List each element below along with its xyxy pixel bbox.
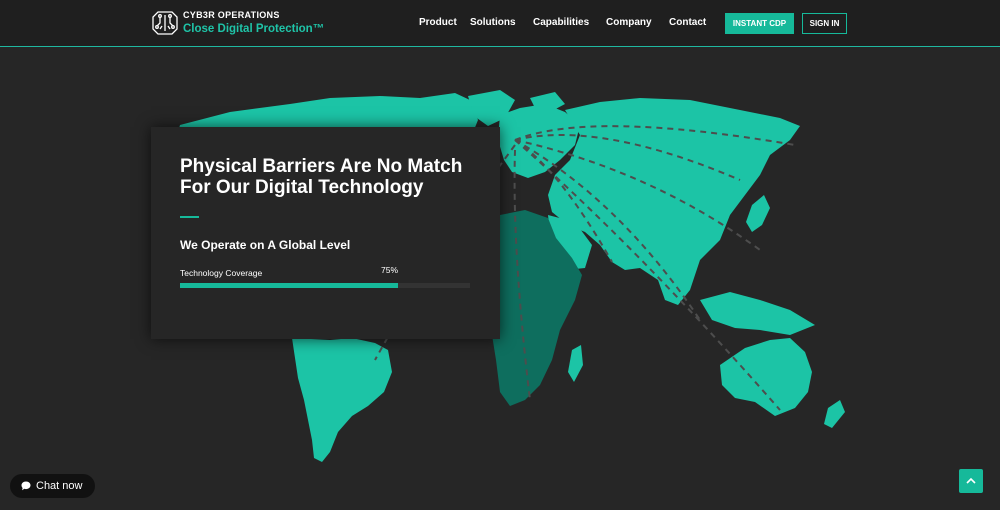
brand-name[interactable]: CYB3R OPERATIONS — [183, 10, 280, 20]
global-coverage-card: Physical Barriers Are No Match For Our D… — [151, 127, 500, 339]
chat-bubble-icon — [21, 481, 31, 491]
map-new-zealand — [824, 400, 845, 428]
progress-fill — [180, 283, 398, 288]
card-subtitle: We Operate on A Global Level — [180, 238, 351, 252]
chevron-up-icon — [966, 477, 976, 484]
site-header: CYB3R OPERATIONS Close Digital Protectio… — [0, 0, 1000, 47]
brand-tagline[interactable]: Close Digital Protection™ — [183, 23, 324, 35]
chat-now-label: Chat now — [36, 480, 83, 492]
scroll-to-top-button[interactable] — [959, 469, 983, 493]
progress-value: 75% — [381, 265, 399, 275]
instant-cdp-button[interactable]: INSTANT CDP — [725, 13, 794, 34]
map-madagascar — [568, 345, 583, 382]
map-australia — [720, 338, 812, 416]
sign-in-button[interactable]: SIGN IN — [802, 13, 847, 34]
world-map — [160, 90, 845, 462]
nav-item-product[interactable]: Product — [419, 17, 457, 28]
map-south-america — [292, 338, 392, 462]
card-divider — [180, 216, 199, 218]
nav-item-capabilities[interactable]: Capabilities — [533, 17, 589, 28]
nav-item-company[interactable]: Company — [606, 17, 652, 28]
map-sea-islands — [700, 292, 815, 335]
card-title: Physical Barriers Are No Match For Our D… — [180, 156, 463, 198]
circuit-brain-icon[interactable] — [150, 8, 180, 38]
nav-item-solutions[interactable]: Solutions — [470, 17, 516, 28]
progress-track — [180, 283, 470, 288]
nav-item-contact[interactable]: Contact — [669, 17, 706, 28]
progress-label: Technology Coverage — [180, 268, 263, 278]
chat-now-button[interactable]: Chat now — [10, 474, 95, 498]
map-japan — [746, 195, 770, 232]
